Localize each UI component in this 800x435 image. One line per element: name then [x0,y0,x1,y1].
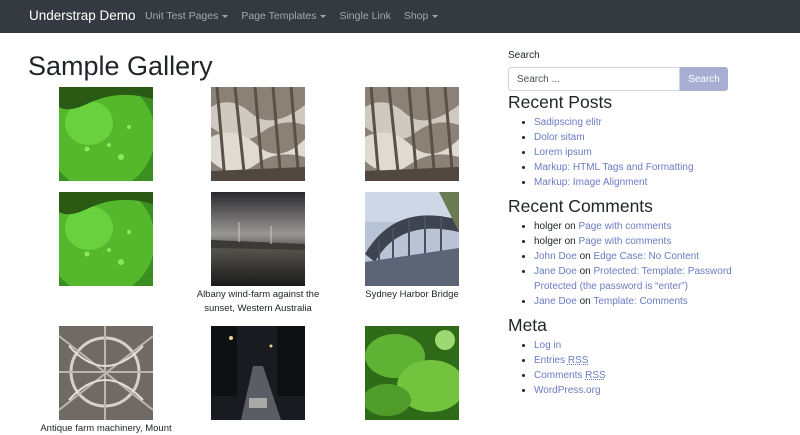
comment-on-text: on [564,236,576,247]
list-item: Markup: HTML Tags and Formatting [534,160,768,175]
list-item: Lorem ipsum [534,145,768,160]
recent-comments-title: Recent Comments [508,196,653,216]
green-leaves-image [365,326,459,420]
list-item: Dolor sitam [534,130,768,145]
chevron-down-icon [432,14,439,18]
comment-on-text: on [579,266,591,277]
gallery-item-antique[interactable]: Antique farm machinery, Mount [36,326,176,435]
list-item: Log in [534,338,768,353]
coral-image [211,87,305,181]
comment-author-link[interactable]: John Doe [534,251,577,262]
log-in-link[interactable]: Log in [534,340,561,351]
wind-farm-image [211,192,305,286]
comment-post-link[interactable]: Edge Case: No Content [594,251,700,262]
list-item: Jane Doe on Template: Comments [534,294,768,309]
nav-menu: Unit Test Pages Page Templates Single Li… [145,10,451,22]
leaf-image [59,192,153,286]
nav-item-label: Shop [403,10,429,22]
gallery-item-leaves[interactable] [342,326,482,420]
post-link[interactable]: Lorem ipsum [534,147,592,158]
comments-label: Comments [534,370,583,381]
gallery-item-coral-1[interactable] [188,87,328,181]
chevron-down-icon [320,14,327,18]
gallery-caption: Albany wind-farm against the sunset, Wes… [196,289,320,314]
nav-item-shop[interactable]: Shop [404,10,439,22]
comment-post-link[interactable]: Page with comments [579,236,672,247]
recent-posts-list: Sadipscing elitr Dolor sitam Lorem ipsum… [508,115,768,190]
list-item: WordPress.org [534,383,768,398]
nav-item-single-link[interactable]: Single Link [339,10,390,22]
leaf-image [59,87,153,181]
gallery-item-leaf-2[interactable] [36,192,176,286]
post-link[interactable]: Markup: HTML Tags and Formatting [534,162,694,173]
nav-item-unit-test-pages[interactable]: Unit Test Pages [145,10,229,22]
comment-author: holger [534,221,562,232]
nav-item-label: Unit Test Pages [145,10,219,22]
rss-abbr: RSS [567,355,589,366]
list-item: Markup: Image Alignment [534,175,768,190]
navbar: Understrap Demo Unit Test Pages Page Tem… [0,0,800,33]
night-street-image [211,326,305,420]
list-item: John Doe on Edge Case: No Content [534,249,768,264]
gallery-item-wind-farm[interactable]: Albany wind-farm against the sunset, Wes… [188,192,328,316]
comment-author-link[interactable]: Jane Doe [534,296,577,307]
comment-post-link[interactable]: Template: Comments [593,296,687,307]
search-input[interactable] [508,67,680,91]
comment-author: holger [534,236,562,247]
recent-posts-title: Recent Posts [508,92,613,112]
list-item: Comments RSS [534,368,768,383]
list-item: holger on Page with comments [534,219,768,234]
harbor-bridge-image [365,192,459,286]
comment-author-link[interactable]: Jane Doe [534,266,577,277]
wordpress-org-link[interactable]: WordPress.org [534,385,601,396]
gallery-item-street[interactable] [188,326,328,420]
post-link[interactable]: Markup: Image Alignment [534,177,647,188]
list-item: Jane Doe on Protected: Template: Passwor… [534,264,768,294]
nav-item-label: Single Link [339,10,391,22]
comment-on-text: on [579,296,591,307]
meta-list: Log in Entries RSS Comments RSS WordPres… [508,338,768,398]
gallery-item-coral-2[interactable] [342,87,482,181]
rss-abbr: RSS [585,370,606,381]
gallery-caption: Sydney Harbor Bridge [365,289,459,300]
comment-post-link[interactable]: Page with comments [579,221,672,232]
list-item: Entries RSS [534,353,768,368]
nav-item-label: Page Templates [241,10,317,22]
antique-machinery-image [59,326,153,420]
entries-rss-link[interactable]: Entries RSS [534,355,588,366]
entries-label: Entries [534,355,566,366]
site-brand[interactable]: Understrap Demo [29,8,136,23]
search-button[interactable]: Search [680,67,728,91]
gallery-item-harbor[interactable]: Sydney Harbor Bridge [342,192,482,302]
gallery-caption: Antique farm machinery, Mount [40,423,172,434]
gallery-item-leaf-1[interactable] [36,87,176,181]
meta-title: Meta [508,315,547,335]
comment-on-text: on [579,251,591,262]
list-item: holger on Page with comments [534,234,768,249]
coral-image [365,87,459,181]
list-item: Sadipscing elitr [534,115,768,130]
search-label: Search [508,50,540,61]
search-form: Search [508,67,768,91]
recent-comments-list: holger on Page with comments holger on P… [508,219,768,309]
nav-item-page-templates[interactable]: Page Templates [241,10,327,22]
sidebar: Search Search Recent Posts Sadipscing el… [508,50,768,398]
comment-on-text: on [564,221,576,232]
post-link[interactable]: Sadipscing elitr [534,117,602,128]
chevron-down-icon [222,14,229,18]
comments-rss-link[interactable]: Comments RSS [534,370,606,381]
page-title: Sample Gallery [28,51,213,81]
post-link[interactable]: Dolor sitam [534,132,585,143]
